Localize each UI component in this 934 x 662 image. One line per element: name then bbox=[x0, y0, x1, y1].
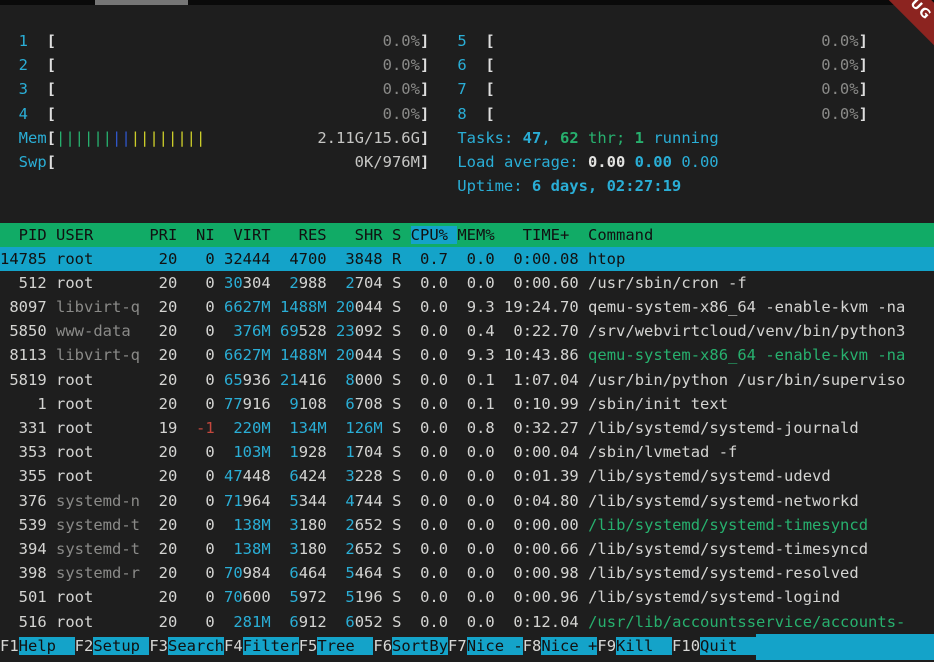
process-row-8097[interactable]: 8097 libvirt-q 20 0 6627M 1488M 20044 S … bbox=[0, 295, 934, 319]
fnkey-f9-kill[interactable]: F9Kill bbox=[597, 634, 672, 660]
process-command: /lib/systemd/systemd-resolved bbox=[588, 564, 859, 582]
table-header-row: PID USER PRI NI VIRT RES SHR S CPU% MEM%… bbox=[0, 223, 934, 247]
cpu-meter-1: 1 [ 0.0%] bbox=[19, 32, 430, 50]
meter-line-3: 4 [ 0.0%] 8 [ 0.0%] bbox=[0, 102, 934, 126]
meter-line-mem: Mem[|||||||||||||||| 2.11G/15.6G] Tasks:… bbox=[0, 126, 934, 150]
cpu-meter-6: 6 [ 0.0%] bbox=[457, 56, 868, 74]
blank-line bbox=[0, 198, 934, 222]
process-row-8113[interactable]: 8113 libvirt-q 20 0 6627M 1488M 20044 S … bbox=[0, 343, 934, 367]
cpu-meter-2: 2 [ 0.0%] bbox=[19, 56, 430, 74]
process-row-516[interactable]: 516 root 20 0 281M 6912 6052 S 0.0 0.0 0… bbox=[0, 610, 934, 634]
function-key-bar: F1Help F2Setup F3SearchF4FilterF5Tree F6… bbox=[0, 634, 934, 660]
column-header-pid[interactable]: PID bbox=[0, 226, 56, 244]
fnkey-f4-filter[interactable]: F4Filter bbox=[224, 634, 299, 660]
process-command: /srv/webvirtcloud/venv/bin/python3 bbox=[588, 322, 905, 340]
process-command: /usr/sbin/cron -f bbox=[588, 274, 747, 292]
process-command: /usr/lib/accountsservice/accounts- bbox=[588, 613, 905, 631]
process-command: /sbin/init text bbox=[588, 395, 728, 413]
process-command: qemu-system-x86_64 -enable-kvm -na bbox=[588, 298, 905, 316]
column-header-cpupct[interactable]: CPU% bbox=[411, 226, 458, 244]
process-command: /lib/systemd/systemd-journald bbox=[588, 419, 859, 437]
cpu-meter-7: 7 [ 0.0%] bbox=[457, 80, 868, 98]
process-command: qemu-system-x86_64 -enable-kvm -na bbox=[588, 346, 905, 364]
debug-ribbon-band: UG bbox=[870, 0, 934, 63]
fnkey-f2-setup[interactable]: F2Setup bbox=[75, 634, 150, 660]
cpu-meter-4: 4 [ 0.0%] bbox=[19, 105, 430, 123]
column-header-ni[interactable]: NI bbox=[187, 226, 224, 244]
process-command: /lib/systemd/systemd-timesyncd bbox=[588, 516, 868, 534]
htop-screen: 1 [ 0.0%] 5 [ 0.0%] 2 [ 0.0%] 6 [ 0.0%] … bbox=[0, 29, 934, 634]
process-command: /lib/systemd/systemd-logind bbox=[588, 588, 840, 606]
fnkey-f6-sortby[interactable]: F6SortBy bbox=[373, 634, 448, 660]
column-header-command[interactable]: Command bbox=[588, 226, 653, 244]
process-command: /lib/systemd/systemd-udevd bbox=[588, 467, 831, 485]
fnkey-f8-nice+[interactable]: F8Nice + bbox=[523, 634, 598, 660]
column-header-mempct[interactable]: MEM% bbox=[457, 226, 504, 244]
uptime: Uptime: 6 days, 02:27:19 bbox=[457, 177, 681, 195]
column-header-virt[interactable]: VIRT bbox=[224, 226, 280, 244]
meter-line-1: 2 [ 0.0%] 6 [ 0.0%] bbox=[0, 53, 934, 77]
fnkey-f7-nice-[interactable]: F7Nice - bbox=[448, 634, 523, 660]
swp-meter: Swp[ 0K/976M] bbox=[19, 153, 430, 171]
process-command: /lib/systemd/systemd-timesyncd bbox=[588, 540, 868, 558]
process-command: htop bbox=[588, 250, 625, 268]
process-row-353[interactable]: 353 root 20 0 103M 1928 1704 S 0.0 0.0 0… bbox=[0, 440, 934, 464]
process-row-501[interactable]: 501 root 20 0 70600 5972 5196 S 0.0 0.0 … bbox=[0, 585, 934, 609]
cpu-meter-5: 5 [ 0.0%] bbox=[457, 32, 868, 50]
process-row-539[interactable]: 539 systemd-t 20 0 138M 3180 2652 S 0.0 … bbox=[0, 513, 934, 537]
process-row-1[interactable]: 1 root 20 0 77916 9108 6708 S 0.0 0.1 0:… bbox=[0, 392, 934, 416]
process-row-355[interactable]: 355 root 20 0 47448 6424 3228 S 0.0 0.0 … bbox=[0, 464, 934, 488]
window-tab-indicator[interactable] bbox=[95, 0, 188, 5]
meter-line-0: 1 [ 0.0%] 5 [ 0.0%] bbox=[0, 29, 934, 53]
debug-ribbon: UG bbox=[870, 0, 934, 64]
meter-line-uptime: Uptime: 6 days, 02:27:19 bbox=[0, 174, 934, 198]
process-row-394[interactable]: 394 systemd-t 20 0 138M 3180 2652 S 0.0 … bbox=[0, 537, 934, 561]
process-command: /sbin/lvmetad -f bbox=[588, 443, 737, 461]
cpu-meter-3: 3 [ 0.0%] bbox=[19, 80, 430, 98]
process-row-512[interactable]: 512 root 20 0 30304 2988 2704 S 0.0 0.0 … bbox=[0, 271, 934, 295]
process-command: /lib/systemd/systemd-networkd bbox=[588, 492, 859, 510]
fnbar-filler bbox=[756, 634, 934, 660]
mem-meter: Mem[|||||||||||||||| 2.11G/15.6G] bbox=[19, 129, 430, 147]
column-header-shr[interactable]: SHR bbox=[336, 226, 392, 244]
column-header-s[interactable]: S bbox=[392, 226, 411, 244]
fnkey-f1-help[interactable]: F1Help bbox=[0, 634, 75, 660]
window-top-strip bbox=[0, 0, 934, 5]
process-row-398[interactable]: 398 systemd-r 20 0 70984 6464 5464 S 0.0… bbox=[0, 561, 934, 585]
process-row-331[interactable]: 331 root 19 -1 220M 134M 126M S 0.0 0.8 … bbox=[0, 416, 934, 440]
load-average: Load average: 0.00 0.00 0.00 bbox=[457, 153, 718, 171]
meter-line-swp: Swp[ 0K/976M] Load average: 0.00 0.00 0.… bbox=[0, 150, 934, 174]
column-header-pri[interactable]: PRI bbox=[149, 226, 186, 244]
column-header-timeplus[interactable]: TIME+ bbox=[504, 226, 588, 244]
process-command: /usr/bin/python /usr/bin/superviso bbox=[588, 371, 905, 389]
column-header-user[interactable]: USER bbox=[56, 226, 149, 244]
process-row-14785[interactable]: 14785 root 20 0 32444 4700 3848 R 0.7 0.… bbox=[0, 247, 934, 271]
fnkey-f5-tree[interactable]: F5Tree bbox=[299, 634, 374, 660]
column-header-res[interactable]: RES bbox=[280, 226, 336, 244]
cpu-meter-8: 8 [ 0.0%] bbox=[457, 105, 868, 123]
process-row-5850[interactable]: 5850 www-data 20 0 376M 69528 23092 S 0.… bbox=[0, 319, 934, 343]
process-row-376[interactable]: 376 systemd-n 20 0 71964 5344 4744 S 0.0… bbox=[0, 489, 934, 513]
meter-line-2: 3 [ 0.0%] 7 [ 0.0%] bbox=[0, 77, 934, 101]
fnkey-f3-search[interactable]: F3Search bbox=[149, 634, 224, 660]
process-row-5819[interactable]: 5819 root 20 0 65936 21416 8000 S 0.0 0.… bbox=[0, 368, 934, 392]
tasks-summary: Tasks: 47, 62 thr; 1 running bbox=[457, 129, 718, 147]
fnkey-f10-quit[interactable]: F10Quit bbox=[672, 634, 756, 660]
